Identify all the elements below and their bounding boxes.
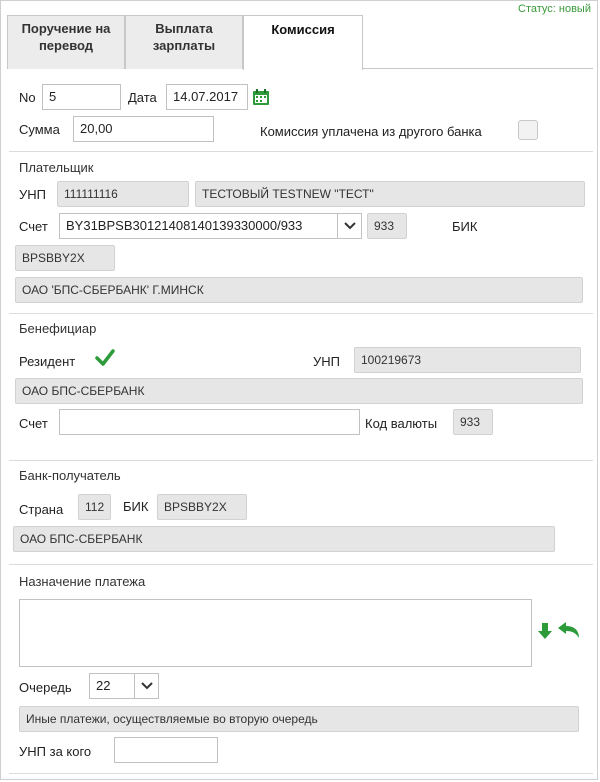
status-text: Статус: новый [518, 3, 591, 15]
purpose-textarea[interactable] [19, 599, 532, 667]
tab-bar: Поручение на перевод Выплата зарплаты Ко… [7, 15, 593, 70]
tab-commission[interactable]: Комиссия [243, 15, 363, 70]
tab-label: зарплаты [152, 38, 216, 53]
queue-description-field: Иные платежи, осуществляемые во вторую о… [19, 706, 579, 732]
beneficiary-name-field: ОАО БПС-СБЕРБАНК [15, 378, 583, 404]
sum-input[interactable]: 20,00 [73, 116, 214, 142]
payment-form: Статус: новый Поручение на перевод Выпла… [0, 0, 598, 780]
payer-account-value: BY31BPSB30121408140139330000/933 [66, 218, 303, 233]
payer-name-field: ТЕСТОВЫЙ TESTNEW "ТЕСТ" [195, 181, 585, 207]
queue-select[interactable]: 22 [89, 673, 159, 699]
resident-checkbox[interactable] [95, 348, 115, 368]
country-label: Страна [19, 502, 64, 517]
divider [9, 564, 593, 565]
tab-label: Поручение на [21, 21, 111, 36]
beneficiary-unp-label: УНП [313, 354, 340, 369]
tab-salary[interactable]: Выплата зарплаты [125, 15, 243, 69]
currency-code-field: 933 [453, 409, 493, 435]
date-label: Дата [128, 90, 157, 105]
calendar-icon[interactable] [252, 88, 270, 106]
recipient-bank-section-title: Банк-получатель [19, 468, 121, 483]
payer-currency-field: 933 [367, 213, 407, 239]
reply-icon[interactable] [558, 622, 580, 639]
payer-unp-field: 111111116 [57, 181, 189, 207]
queue-value: 22 [96, 678, 111, 693]
payer-account-label: Счет [19, 219, 48, 234]
recipient-bank-name-field: ОАО БПС-СБЕРБАНК [13, 526, 555, 552]
sum-label: Сумма [19, 122, 60, 137]
beneficiary-section-title: Бенефициар [19, 321, 97, 336]
payer-bik-field: BPSBBY2X [15, 245, 115, 271]
unp-for-input[interactable] [114, 737, 218, 763]
doc-number-label: No [19, 90, 36, 105]
recipient-bik-label: БИК [123, 499, 149, 514]
purpose-section-title: Назначение платежа [19, 574, 146, 589]
resident-label: Резидент [19, 354, 76, 369]
beneficiary-account-label: Счет [19, 416, 48, 431]
tab-label: перевод [38, 38, 94, 53]
checkmark-icon [95, 349, 115, 366]
tab-label: Выплата [155, 21, 213, 36]
divider [9, 460, 593, 461]
recipient-bik-field: BPSBBY2X [157, 494, 247, 520]
payer-bik-label: БИК [452, 219, 478, 234]
divider [9, 151, 593, 152]
arrow-down-icon[interactable] [538, 623, 552, 639]
divider [9, 313, 593, 314]
unp-for-label: УНП за кого [19, 744, 92, 759]
payer-account-select[interactable]: BY31BPSB30121408140139330000/933 [59, 213, 362, 239]
payer-section-title: Плательщик [19, 160, 94, 175]
date-input[interactable]: 14.07.2017 [166, 84, 248, 110]
payer-unp-label: УНП [19, 187, 46, 202]
commission-other-bank-label: Комиссия уплачена из другого банка [260, 124, 482, 139]
chevron-down-icon[interactable] [134, 674, 158, 698]
commission-other-bank-checkbox[interactable] [518, 120, 538, 140]
chevron-down-icon[interactable] [337, 214, 361, 238]
payer-bank-name-field: ОАО 'БПС-СБЕРБАНК' Г.МИНСК [15, 277, 583, 303]
tab-label: Комиссия [271, 22, 335, 37]
tab-transfer-order[interactable]: Поручение на перевод [7, 15, 125, 69]
country-field: 112 [78, 494, 111, 520]
beneficiary-unp-field: 100219673 [354, 347, 581, 373]
beneficiary-account-input[interactable] [59, 409, 360, 435]
currency-code-label: Код валюты [365, 416, 438, 431]
doc-number-input[interactable]: 5 [42, 84, 121, 110]
divider [9, 773, 593, 774]
queue-label: Очередь [19, 680, 72, 695]
